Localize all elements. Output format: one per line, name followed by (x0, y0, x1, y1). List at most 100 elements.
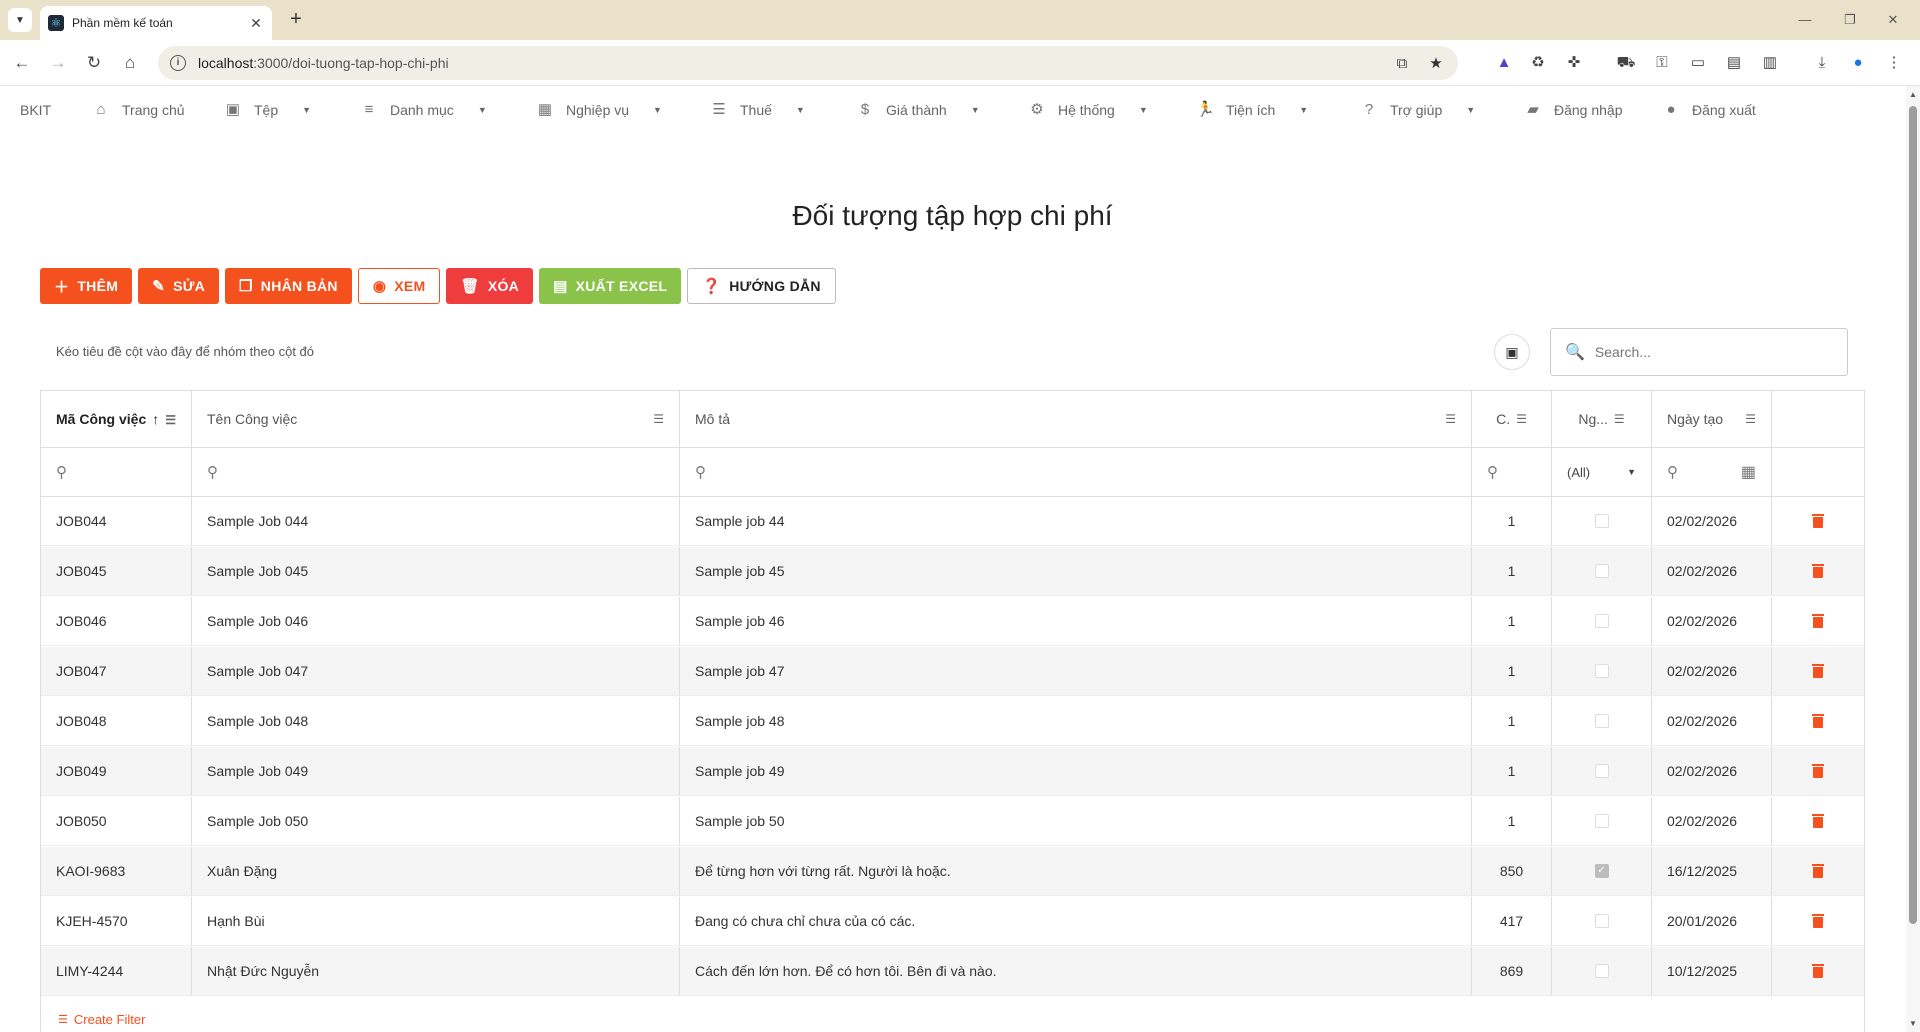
filter-icon[interactable]: ☰ (1516, 412, 1527, 426)
card-icon[interactable]: ▭ (1686, 51, 1710, 75)
bookmark-star-icon[interactable]: ★ (1424, 54, 1448, 72)
side-panel-icon[interactable]: ▥ (1758, 51, 1782, 75)
back-icon[interactable]: ← (10, 51, 34, 75)
table-row[interactable]: JOB046 Sample Job 046 Sample job 46 1 02/02/… (41, 597, 1864, 646)
trash-icon[interactable] (1812, 714, 1824, 728)
menu-trang-chu[interactable]: ⌂ Trang chủ (92, 100, 184, 120)
vpn-extension-icon[interactable]: ⛟ (1614, 51, 1638, 75)
forward-icon[interactable]: → (46, 51, 70, 75)
new-tab-button[interactable]: + (284, 8, 308, 32)
menu-danh-muc[interactable]: ≡ Danh mục ▼ (360, 100, 487, 120)
scroll-up-icon[interactable]: ▲ (1906, 90, 1920, 99)
group-panel-hint[interactable]: Kéo tiêu đề cột vào đây để nhóm theo cột… (56, 344, 314, 359)
table-row[interactable]: JOB045 Sample Job 045 Sample job 45 1 02/02/… (41, 547, 1864, 596)
column-header-ng[interactable]: Ng... ☰ (1552, 391, 1652, 447)
scroll-down-icon[interactable]: ▼ (1906, 1019, 1920, 1028)
checkbox[interactable] (1594, 614, 1609, 628)
menu-he-thong[interactable]: ⚙ Hệ thống ▼ (1028, 100, 1147, 120)
menu-nghiep-vu[interactable]: ▦ Nghiệp vụ ▼ (536, 100, 662, 120)
page-scrollbar[interactable]: ▲ ▼ (1906, 86, 1920, 1032)
trash-icon[interactable] (1812, 764, 1824, 778)
calendar-icon[interactable]: ▦ (1741, 462, 1756, 482)
table-row[interactable]: JOB049 Sample Job 049 Sample job 49 1 02/02/… (41, 747, 1864, 796)
trash-icon[interactable] (1812, 664, 1824, 678)
filter-cell-code[interactable]: ⚲ (41, 448, 192, 496)
checkbox[interactable] (1594, 914, 1609, 928)
column-header-description[interactable]: Mô tả ☰ (680, 391, 1472, 447)
site-info-icon[interactable]: i (170, 55, 186, 71)
view-button[interactable]: ◉ XEM (357, 268, 441, 304)
puzzle-extension-icon[interactable]: ✜ (1562, 51, 1586, 75)
checkbox[interactable] (1594, 814, 1609, 828)
column-header-name[interactable]: Tên Công việc ☰ (192, 391, 680, 447)
checkbox[interactable] (1594, 514, 1609, 528)
table-row[interactable]: JOB044 Sample Job 044 Sample job 44 1 02/02/… (41, 497, 1864, 546)
download-icon[interactable]: ⤓ (1810, 51, 1834, 75)
checkbox[interactable] (1594, 964, 1609, 978)
trash-icon[interactable] (1812, 614, 1824, 628)
trash-icon[interactable] (1812, 864, 1824, 878)
scroll-thumb[interactable] (1909, 106, 1917, 924)
checkbox[interactable] (1594, 564, 1609, 578)
column-chooser-button[interactable]: ▣ (1494, 334, 1530, 370)
menu-tep[interactable]: ▣ Tệp ▼ (224, 100, 311, 120)
recycle-extension-icon[interactable]: ♻ (1526, 51, 1550, 75)
home-button-icon[interactable]: ⌂ (118, 51, 142, 75)
more-menu-icon[interactable]: ⋮ (1882, 51, 1906, 75)
filter-select-ng[interactable]: (All) ▼ (1552, 448, 1652, 496)
table-row[interactable]: KJEH-4570 Hạnh Bùi Đang có chưa chỉ chưa c… (41, 897, 1864, 946)
table-row[interactable]: JOB047 Sample Job 047 Sample job 47 1 02/02/… (41, 647, 1864, 696)
table-row[interactable]: JOB050 Sample Job 050 Sample job 50 1 02/02/… (41, 797, 1864, 846)
trash-icon[interactable] (1812, 814, 1824, 828)
filter-cell-name[interactable]: ⚲ (192, 448, 680, 496)
trash-icon[interactable] (1812, 914, 1824, 928)
guide-button[interactable]: ❓ HƯỚNG DẪN (687, 268, 836, 304)
checkbox[interactable] (1594, 664, 1609, 678)
trash-icon[interactable] (1812, 564, 1824, 578)
menu-dang-xuat[interactable]: ● Đăng xuất (1662, 100, 1755, 120)
filter-cell-date[interactable]: ⚲ ▦ (1652, 448, 1772, 496)
address-bar[interactable]: i localhost:3000/doi-tuong-tap-hop-chi-p… (158, 46, 1458, 80)
profile-avatar-icon[interactable]: ● (1846, 51, 1870, 75)
checkbox[interactable] (1594, 764, 1609, 778)
trash-icon[interactable] (1812, 514, 1824, 528)
browser-tab-active[interactable]: ⚛ Phần mềm kế toán ✕ (40, 6, 272, 40)
search-input[interactable] (1594, 344, 1835, 360)
table-row[interactable]: KAOI-9683 Xuân Đặng Để từng hơn với từng r… (41, 847, 1864, 896)
column-header-c[interactable]: C. ☰ (1472, 391, 1552, 447)
column-header-code[interactable]: Mã Công việc ↑ ☰ (41, 391, 192, 447)
url-text[interactable]: localhost:3000/doi-tuong-tap-hop-chi-phi (198, 55, 1390, 71)
trash-icon[interactable] (1812, 964, 1824, 978)
menu-dang-nhap[interactable]: ▰ Đăng nhập (1524, 100, 1622, 120)
column-header-created-date[interactable]: Ngày tạo ☰ (1652, 391, 1772, 447)
tab-list-button[interactable]: ▼ (8, 8, 32, 32)
edit-button[interactable]: ✎ SỬA (138, 268, 220, 304)
filter-icon[interactable]: ☰ (165, 413, 176, 427)
brand-logo[interactable]: BKIT (20, 100, 51, 120)
table-row[interactable]: LIMY-4244 Nhật Đức Nguyễn Cách đến lớn hơn… (41, 947, 1864, 996)
checkbox[interactable]: ✓ (1594, 864, 1609, 878)
filter-icon[interactable]: ☰ (1445, 412, 1456, 426)
tab-close-icon[interactable]: ✕ (248, 15, 264, 32)
extension-badge-icon[interactable]: ▲ (1492, 51, 1516, 75)
minimize-icon[interactable]: — (1790, 8, 1820, 32)
export-excel-button[interactable]: ▤ XUẤT EXCEL (539, 268, 682, 304)
table-row[interactable]: JOB048 Sample Job 048 Sample job 48 1 02/02/… (41, 697, 1864, 746)
add-button[interactable]: ＋ THÊM (40, 268, 133, 304)
filter-cell-c[interactable]: ⚲ (1472, 448, 1552, 496)
window-close-icon[interactable]: ✕ (1878, 8, 1908, 32)
restore-icon[interactable]: ❐ (1835, 8, 1865, 32)
filter-icon[interactable]: ☰ (1614, 412, 1625, 426)
install-app-icon[interactable]: ⧉ (1390, 55, 1414, 72)
menu-tien-ich[interactable]: 🏃 Tiện ích ▼ (1196, 100, 1308, 120)
delete-button[interactable]: 🗑 XÓA (446, 268, 534, 304)
key-icon[interactable]: ⚿ (1650, 51, 1674, 75)
reload-icon[interactable]: ↻ (82, 51, 106, 75)
duplicate-button[interactable]: ❐ NHÂN BẢN (225, 268, 352, 304)
filter-cell-description[interactable]: ⚲ (680, 448, 1472, 496)
menu-gia-thanh[interactable]: $ Giá thành ▼ (856, 100, 980, 120)
checkbox[interactable] (1594, 714, 1609, 728)
filter-icon[interactable]: ☰ (653, 412, 664, 426)
create-filter-link[interactable]: ☰ Create Filter (58, 1012, 145, 1027)
filter-icon[interactable]: ☰ (1745, 412, 1756, 426)
